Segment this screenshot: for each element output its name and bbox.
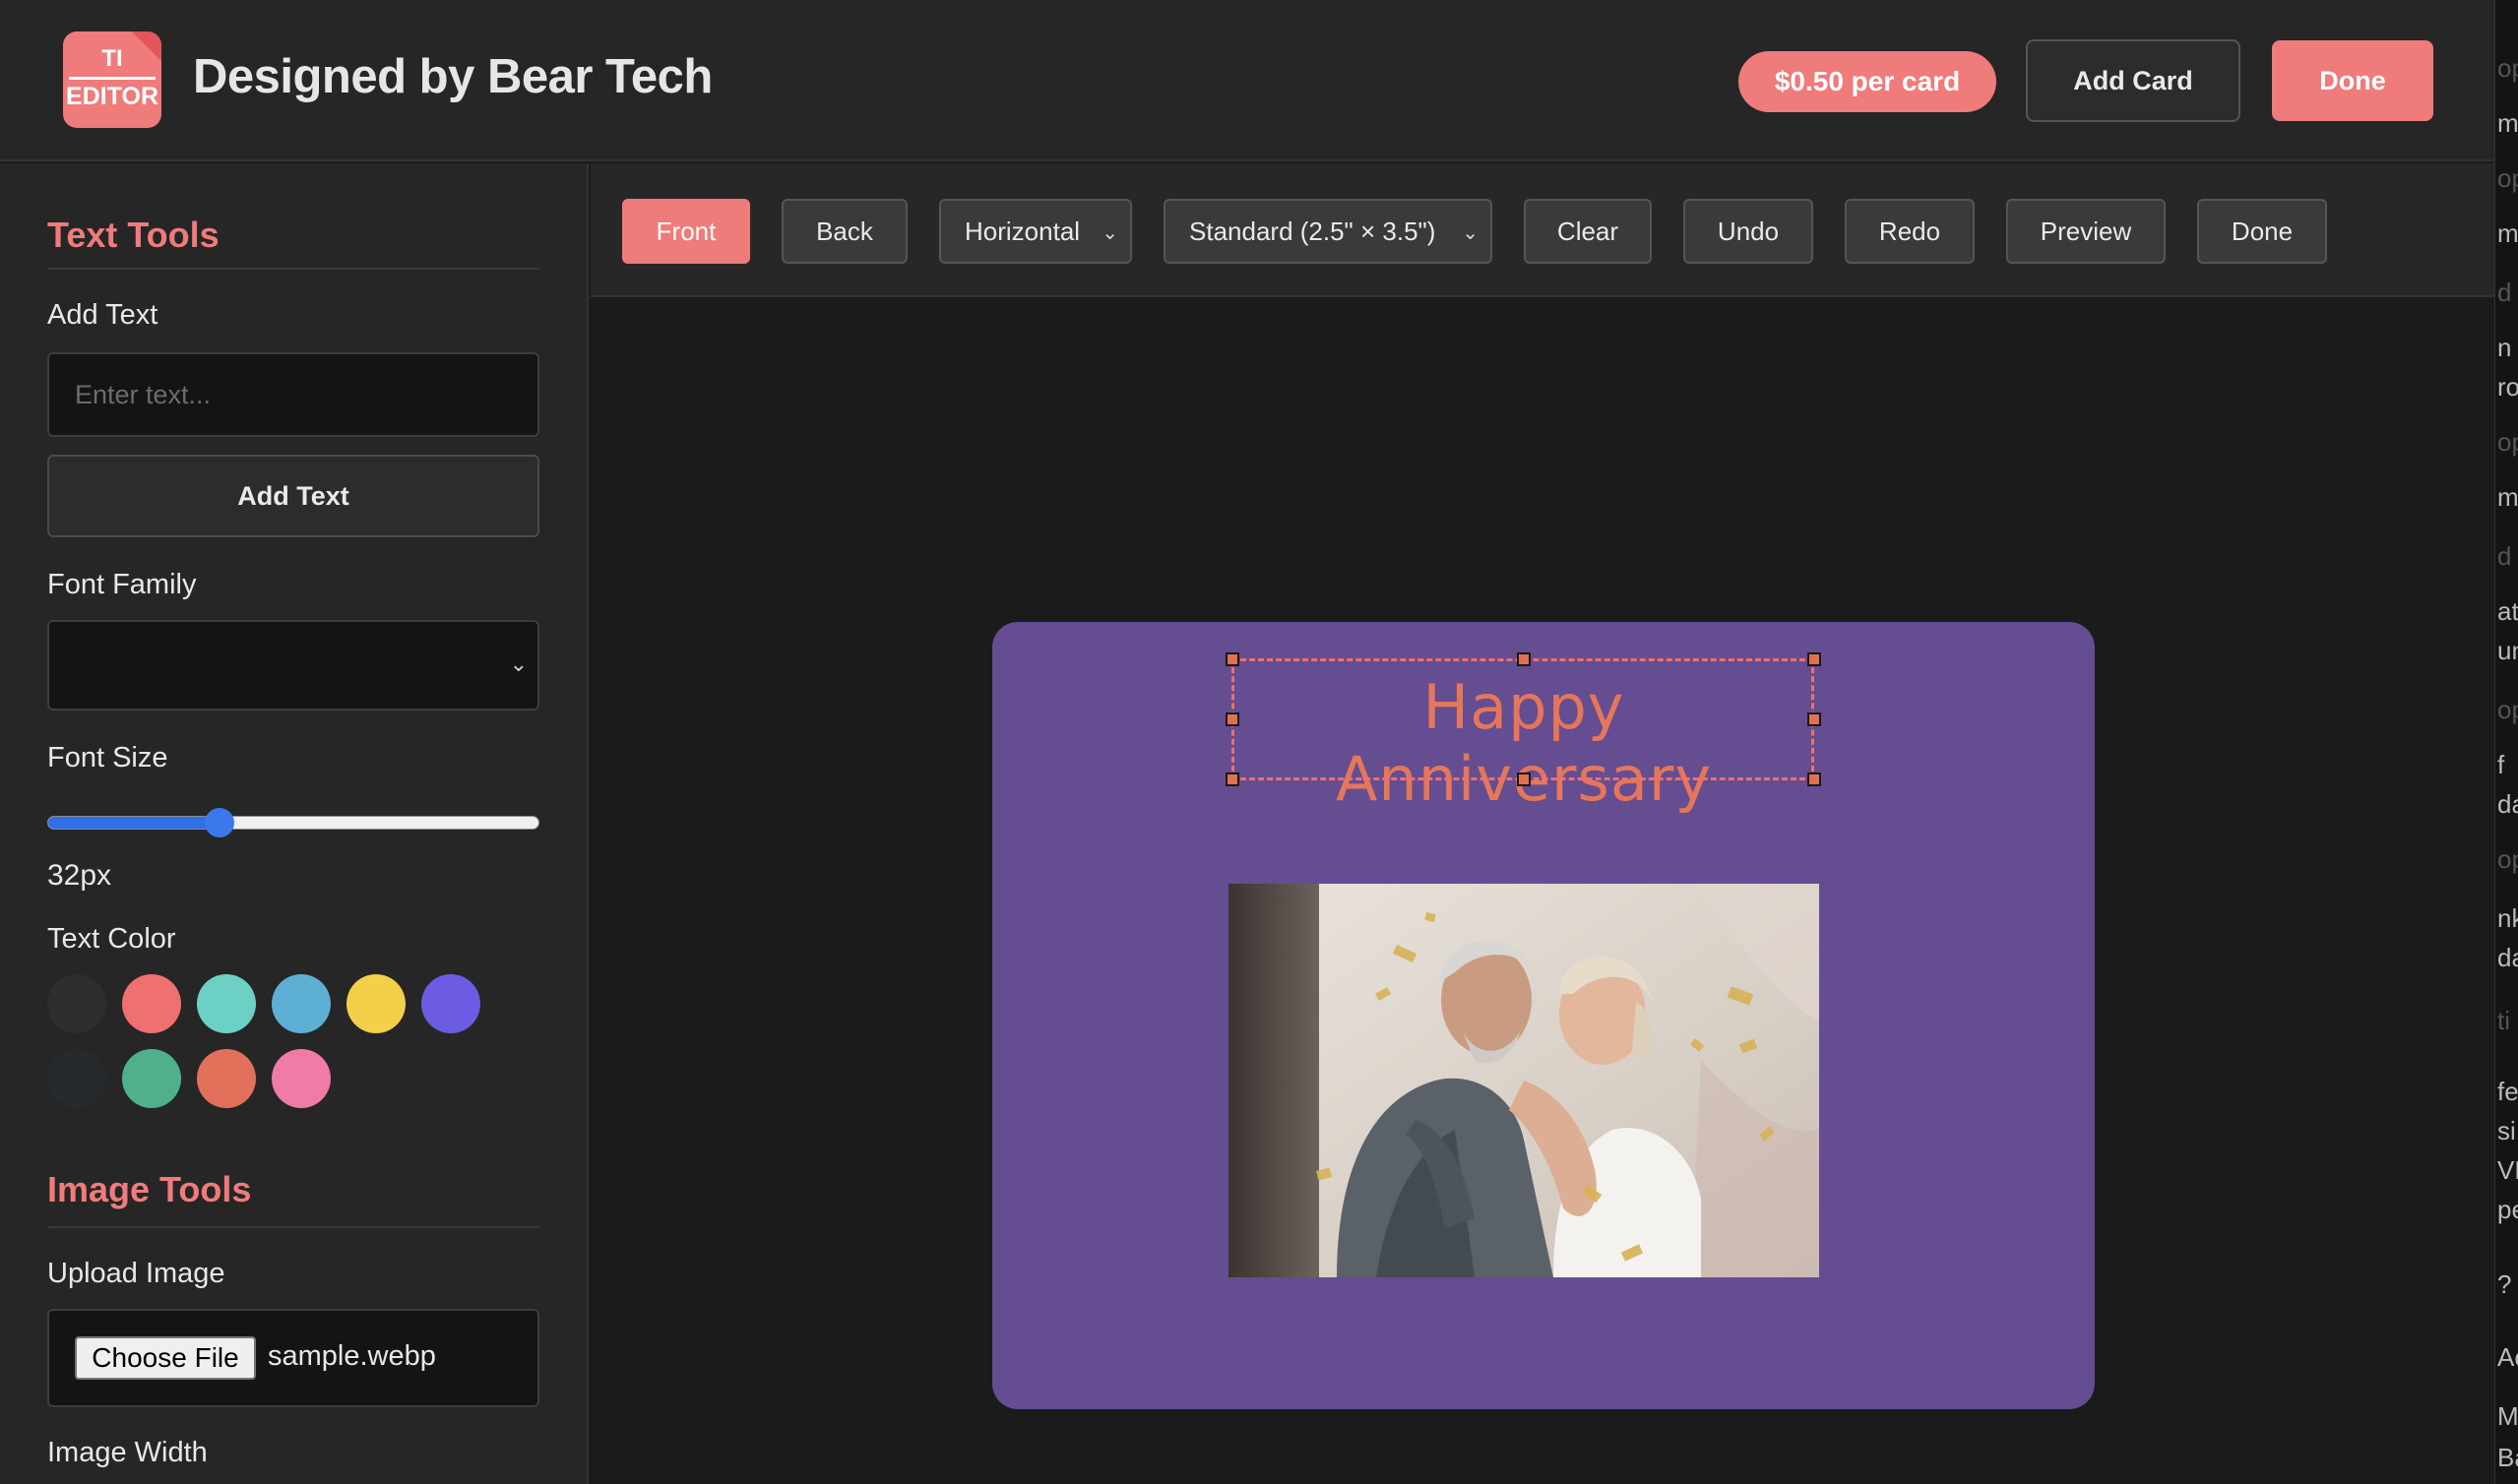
- strip-text: op: [2497, 163, 2518, 193]
- logo-text-top: TI: [101, 45, 123, 72]
- selected-file-name: sample.webp: [268, 1340, 436, 1372]
- back-side-button[interactable]: Back: [782, 199, 908, 264]
- card-photo[interactable]: [1228, 884, 1819, 1277]
- app-title: Designed by Bear Tech: [193, 50, 713, 103]
- resize-handle-nw[interactable]: [1226, 652, 1239, 666]
- strip-text: pe: [2497, 1195, 2518, 1224]
- chevron-down-icon: ⌄: [1462, 222, 1479, 244]
- font-size-slider-thumb[interactable]: [205, 808, 235, 837]
- strip-text: op: [2497, 427, 2518, 457]
- orientation-value: Horizontal: [965, 216, 1081, 246]
- strip-text: ro: [2497, 372, 2518, 402]
- strip-text: ti: [2497, 1006, 2510, 1035]
- redo-button[interactable]: Redo: [1845, 199, 1975, 264]
- image-width-label: Image Width: [47, 1437, 208, 1468]
- upload-image-label: Upload Image: [47, 1258, 225, 1289]
- font-size-slider-fill: [48, 817, 220, 829]
- strip-text: nk: [2497, 903, 2518, 933]
- strip-text: op: [2497, 695, 2518, 724]
- font-size-value: 32px: [47, 859, 112, 892]
- strip-text: d: [2497, 541, 2512, 571]
- strip-text: m: [2497, 218, 2518, 248]
- toolbar-done-button[interactable]: Done: [2197, 199, 2327, 264]
- strip-text: at: [2497, 596, 2518, 626]
- resize-handle-w[interactable]: [1226, 712, 1239, 726]
- header-done-button[interactable]: Done: [2272, 40, 2433, 121]
- strip-text: m: [2497, 482, 2518, 512]
- preview-button[interactable]: Preview: [2006, 199, 2166, 264]
- chevron-down-icon: ⌄: [1102, 222, 1118, 244]
- add-card-button[interactable]: Add Card: [2026, 39, 2240, 122]
- add-text-input[interactable]: [47, 352, 539, 437]
- resize-handle-ne[interactable]: [1807, 652, 1821, 666]
- card-size-value: Standard (2.5" × 3.5"): [1189, 216, 1436, 246]
- strip-text: d: [2497, 278, 2512, 307]
- color-swatch-pink[interactable]: [272, 1049, 331, 1108]
- strip-text: VL: [2497, 1155, 2518, 1185]
- resize-handle-sw[interactable]: [1226, 773, 1239, 786]
- price-badge: $0.50 per card: [1738, 51, 1996, 112]
- image-tools-heading: Image Tools: [47, 1169, 252, 1209]
- strip-text: Ba: [2497, 1443, 2518, 1472]
- text-selection-box[interactable]: [1231, 658, 1814, 780]
- add-text-button[interactable]: Add Text: [47, 455, 539, 537]
- couple-photo-illustration: [1228, 884, 1819, 1277]
- strip-text: Ac: [2497, 1342, 2518, 1372]
- sidebar: Text Tools Add Text Add Text Font Family…: [0, 163, 589, 1484]
- font-size-label: Font Size: [47, 742, 168, 773]
- resize-handle-n[interactable]: [1517, 652, 1531, 666]
- help-icon: ?: [2497, 1269, 2512, 1299]
- font-size-slider[interactable]: [47, 808, 539, 837]
- strip-text: fe: [2497, 1077, 2518, 1106]
- text-tools-divider: [47, 268, 539, 270]
- image-tools-divider: [47, 1226, 539, 1228]
- resize-handle-se[interactable]: [1807, 773, 1821, 786]
- color-swatch-dark-slate[interactable]: [47, 1049, 106, 1108]
- logo-divider: [69, 77, 156, 80]
- editor-toolbar: Front Back Horizontal ⌄ Standard (2.5" ×…: [591, 163, 2494, 297]
- text-color-label: Text Color: [47, 923, 176, 955]
- logo-text-bottom: EDITOR: [66, 83, 158, 110]
- font-family-label: Font Family: [47, 569, 197, 600]
- add-text-label: Add Text: [47, 299, 158, 331]
- strip-text: da: [2497, 943, 2518, 972]
- right-panel-edge: op m op m d n ro op m d at un op f da op…: [2494, 0, 2518, 1484]
- clear-button[interactable]: Clear: [1524, 199, 1652, 264]
- color-swatch-charcoal[interactable]: [47, 974, 106, 1033]
- font-family-select[interactable]: ⌄: [47, 620, 539, 711]
- color-swatch-violet[interactable]: [421, 974, 480, 1033]
- strip-text: Mo: [2497, 1401, 2518, 1431]
- color-swatch-teal[interactable]: [197, 974, 256, 1033]
- upload-image-field[interactable]: Choose File sample.webp: [47, 1309, 539, 1407]
- orientation-select[interactable]: Horizontal ⌄: [939, 199, 1132, 264]
- color-swatch-yellow[interactable]: [346, 974, 406, 1033]
- strip-text: op: [2497, 53, 2518, 83]
- app-logo: TI EDITOR: [63, 31, 161, 128]
- strip-text: f: [2497, 750, 2505, 779]
- color-swatch-green[interactable]: [122, 1049, 181, 1108]
- strip-text: un: [2497, 636, 2518, 665]
- app-header: TI EDITOR Designed by Bear Tech $0.50 pe…: [0, 0, 2494, 161]
- text-tools-heading: Text Tools: [47, 215, 220, 255]
- card-size-select[interactable]: Standard (2.5" × 3.5") ⌄: [1164, 199, 1492, 264]
- strip-text: op: [2497, 844, 2518, 874]
- color-swatch-terracotta[interactable]: [197, 1049, 256, 1108]
- resize-handle-e[interactable]: [1807, 712, 1821, 726]
- strip-text: n: [2497, 333, 2512, 362]
- color-swatch-coral[interactable]: [122, 974, 181, 1033]
- strip-text: da: [2497, 789, 2518, 819]
- strip-text: m: [2497, 108, 2518, 138]
- undo-button[interactable]: Undo: [1683, 199, 1813, 264]
- chevron-down-icon: ⌄: [509, 651, 528, 676]
- front-side-button[interactable]: Front: [622, 199, 750, 264]
- resize-handle-s[interactable]: [1517, 773, 1531, 786]
- color-swatch-sky-blue[interactable]: [272, 974, 331, 1033]
- choose-file-button[interactable]: Choose File: [75, 1336, 256, 1380]
- strip-text: si: [2497, 1116, 2516, 1145]
